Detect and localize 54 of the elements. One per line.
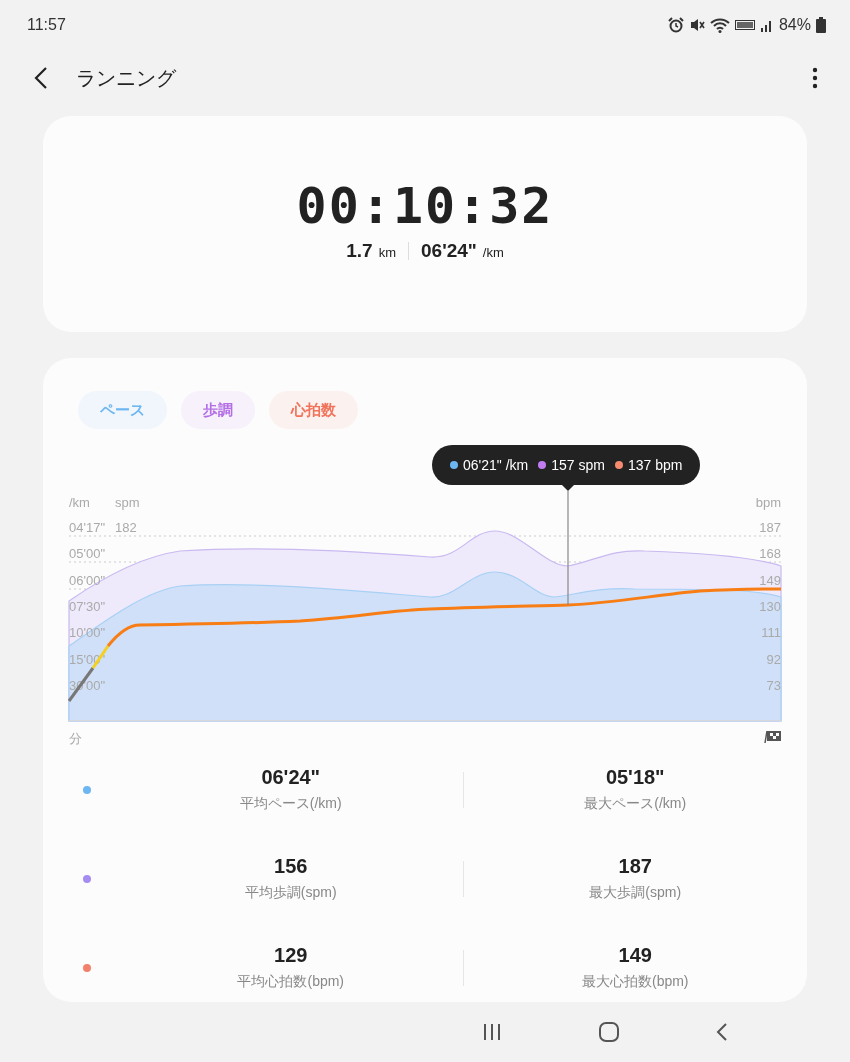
volte-icon <box>734 19 755 31</box>
axis-tick: 92 <box>766 652 781 667</box>
more-icon <box>812 67 818 89</box>
clock-time: 11:57 <box>27 16 66 34</box>
axis-tick: 07'30" <box>69 599 106 614</box>
axis-tick: 06'00" <box>69 573 106 588</box>
stat-value: 05'18" <box>605 766 665 789</box>
elapsed-time: 00:10:32 <box>296 178 554 234</box>
axis-unit: /km <box>69 495 90 510</box>
stat-value: 149 <box>618 944 652 967</box>
stat-label: 平均歩調(spm) <box>244 884 337 902</box>
axis-tick: 111 <box>761 625 781 640</box>
battery-percent: 84% <box>778 16 811 34</box>
stat-label: 最大ペース(/km) <box>584 795 687 813</box>
axis-tick: 04'17" <box>69 520 106 535</box>
axis-tick: 149 <box>759 573 781 588</box>
home-icon <box>598 1021 620 1043</box>
wifi-icon <box>709 17 730 33</box>
pace-unit: /km <box>482 245 504 260</box>
stat-label: 最大心拍数(bpm) <box>581 973 689 991</box>
axis-tick: 10'00" <box>69 625 106 640</box>
distance-unit: km <box>378 245 396 260</box>
stat-label: 平均ペース(/km) <box>239 795 342 813</box>
mute-icon <box>688 17 705 33</box>
screen-title: ランニング <box>76 65 177 91</box>
back-icon <box>716 1022 728 1042</box>
alarm-icon <box>667 17 684 33</box>
stat-value: 156 <box>274 855 308 878</box>
axis-tick: 73 <box>766 678 781 693</box>
legend-chip[interactable]: 歩調 <box>181 391 255 429</box>
stat-value: 06'24" <box>261 766 321 789</box>
stat-label: 最大歩調(spm) <box>589 884 682 902</box>
stat-value: 187 <box>618 855 652 878</box>
axis-unit: spm <box>115 495 140 510</box>
axis-tick: 05'00" <box>69 546 106 561</box>
axis-unit: bpm <box>755 495 781 510</box>
tooltip-value: 157 spm <box>551 457 605 473</box>
recent-apps-icon <box>482 1022 502 1042</box>
back-icon <box>34 66 48 90</box>
axis-tick: 168 <box>759 546 781 561</box>
axis-tick: 187 <box>759 520 781 535</box>
stat-value: 129 <box>274 944 308 967</box>
axis-tick: 130 <box>759 599 781 614</box>
tooltip-value: 137 bpm <box>627 457 683 473</box>
pace-value: 06'24" <box>421 240 477 262</box>
legend-chip[interactable]: 心拍数 <box>269 391 358 429</box>
legend-chip[interactable]: ペース <box>78 391 167 429</box>
axis-tick: 182 <box>115 520 137 535</box>
tooltip-value: 06'21" /km <box>463 457 529 473</box>
distance-value: 1.7 <box>346 240 373 262</box>
stat-label: 平均心拍数(bpm) <box>237 973 345 991</box>
axis-label: 分 <box>69 731 82 746</box>
finish-flag-icon <box>764 730 781 744</box>
battery-icon <box>816 17 826 33</box>
